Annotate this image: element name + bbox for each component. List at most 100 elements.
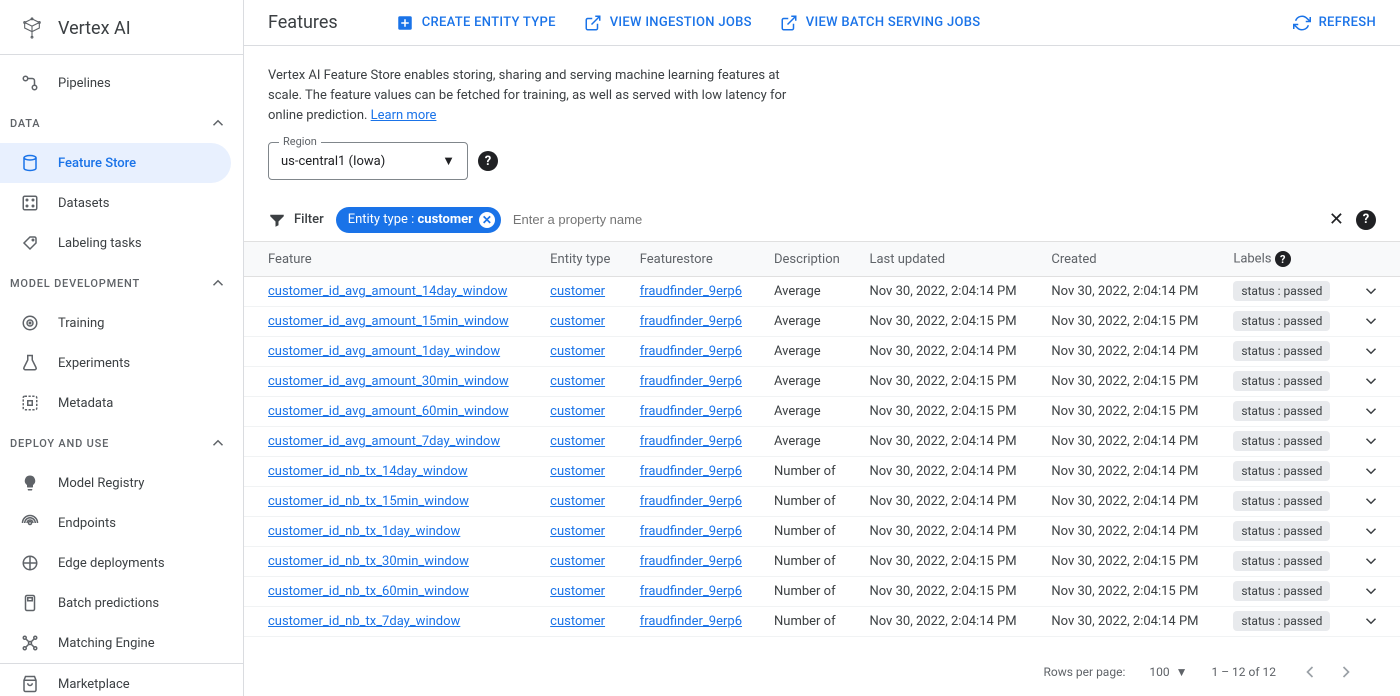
rows-per-page-label: Rows per page: <box>1044 665 1126 679</box>
expand-row-icon[interactable] <box>1350 546 1400 576</box>
featurestore-link[interactable]: fraudfinder_9erp6 <box>640 404 742 419</box>
labels-help-icon[interactable]: ? <box>1275 251 1291 267</box>
intro-text: Vertex AI Feature Store enables storing,… <box>268 66 788 126</box>
prev-page-icon[interactable] <box>1300 662 1320 682</box>
sidebar-item-matching-engine[interactable]: Matching Engine <box>0 623 231 663</box>
featurestore-link[interactable]: fraudfinder_9erp6 <box>640 584 742 599</box>
featurestore-link[interactable]: fraudfinder_9erp6 <box>640 374 742 389</box>
expand-row-icon[interactable] <box>1350 336 1400 366</box>
region-select[interactable]: Region us-central1 (Iowa) ▼ <box>268 142 468 180</box>
nav-section-data[interactable]: DATA <box>0 103 243 143</box>
feature-link[interactable]: customer_id_nb_tx_15min_window <box>268 494 469 509</box>
expand-row-icon[interactable] <box>1350 606 1400 636</box>
featurestore-link[interactable]: fraudfinder_9erp6 <box>640 524 742 539</box>
sidebar-item-pipelines[interactable]: Pipelines <box>0 63 231 103</box>
featurestore-link[interactable]: fraudfinder_9erp6 <box>640 494 742 509</box>
updated-cell: Nov 30, 2022, 2:04:14 PM <box>857 336 1039 366</box>
nav-section-deploy-and-use[interactable]: DEPLOY AND USE <box>0 423 243 463</box>
entity-link[interactable]: customer <box>550 404 605 419</box>
metadata-icon <box>20 393 40 413</box>
feature-link[interactable]: customer_id_avg_amount_30min_window <box>268 374 509 389</box>
created-cell: Nov 30, 2022, 2:04:15 PM <box>1039 306 1221 336</box>
entity-link[interactable]: customer <box>550 314 605 329</box>
next-page-icon[interactable] <box>1336 662 1356 682</box>
entity-link[interactable]: customer <box>550 464 605 479</box>
col-entity-type[interactable]: Entity type <box>538 242 628 276</box>
featurestore-link[interactable]: fraudfinder_9erp6 <box>640 344 742 359</box>
col-feature[interactable]: Feature <box>244 242 538 276</box>
sidebar-item-feature-store[interactable]: Feature Store <box>0 143 231 183</box>
clear-filter-icon[interactable]: ✕ <box>1329 209 1344 230</box>
table-row: customer_id_avg_amount_30min_window custo… <box>244 366 1400 396</box>
entity-link[interactable]: customer <box>550 524 605 539</box>
view-ingestion-jobs-button[interactable]: View ingestion jobs <box>584 14 752 32</box>
region-help-icon[interactable]: ? <box>478 151 498 171</box>
rows-per-page-select[interactable]: 100 ▼ <box>1149 665 1187 679</box>
feature-link[interactable]: customer_id_avg_amount_14day_window <box>268 284 507 299</box>
feature-link[interactable]: customer_id_nb_tx_60min_window <box>268 584 469 599</box>
chip-remove-icon[interactable]: ✕ <box>479 212 495 228</box>
filter-input[interactable] <box>513 212 1317 227</box>
filter-chip[interactable]: Entity type : customer ✕ <box>336 207 501 233</box>
entity-link[interactable]: customer <box>550 614 605 629</box>
create-entity-type-button[interactable]: Create entity type <box>396 14 556 32</box>
sidebar-item-metadata[interactable]: Metadata <box>0 383 231 423</box>
refresh-button[interactable]: Refresh <box>1293 14 1376 32</box>
sidebar-item-datasets[interactable]: Datasets <box>0 183 231 223</box>
feature-link[interactable]: customer_id_avg_amount_1day_window <box>268 344 500 359</box>
expand-row-icon[interactable] <box>1350 276 1400 306</box>
sidebar-item-training[interactable]: Training <box>0 303 231 343</box>
featurestore-link[interactable]: fraudfinder_9erp6 <box>640 434 742 449</box>
featurestore-link[interactable]: fraudfinder_9erp6 <box>640 284 742 299</box>
view-batch-serving-jobs-button[interactable]: View batch serving jobs <box>780 14 981 32</box>
sidebar-item-endpoints[interactable]: Endpoints <box>0 503 231 543</box>
entity-link[interactable]: customer <box>550 584 605 599</box>
feature-link[interactable]: customer_id_nb_tx_7day_window <box>268 614 460 629</box>
refresh-icon <box>1293 14 1311 32</box>
feature-link[interactable]: customer_id_nb_tx_14day_window <box>268 464 468 479</box>
table-row: customer_id_nb_tx_15min_window customer fr… <box>244 486 1400 516</box>
sidebar-item-marketplace[interactable]: Marketplace <box>0 664 231 696</box>
sidebar-item-model-registry[interactable]: Model Registry <box>0 463 231 503</box>
col-created[interactable]: Created <box>1039 242 1221 276</box>
featurestore-link[interactable]: fraudfinder_9erp6 <box>640 314 742 329</box>
entity-link[interactable]: customer <box>550 284 605 299</box>
expand-row-icon[interactable] <box>1350 396 1400 426</box>
entity-link[interactable]: customer <box>550 374 605 389</box>
feature-link[interactable]: customer_id_avg_amount_60min_window <box>268 404 509 419</box>
featurestore-link[interactable]: fraudfinder_9erp6 <box>640 554 742 569</box>
sidebar-item-experiments[interactable]: Experiments <box>0 343 231 383</box>
feature-link[interactable]: customer_id_nb_tx_1day_window <box>268 524 460 539</box>
created-cell: Nov 30, 2022, 2:04:15 PM <box>1039 366 1221 396</box>
col-labels[interactable]: Labels ? <box>1221 242 1350 276</box>
sidebar-item-edge-deployments[interactable]: Edge deployments <box>0 543 231 583</box>
sidebar-item-batch-predictions[interactable]: Batch predictions <box>0 583 231 623</box>
entity-link[interactable]: customer <box>550 434 605 449</box>
expand-row-icon[interactable] <box>1350 576 1400 606</box>
feature-link[interactable]: customer_id_nb_tx_30min_window <box>268 554 469 569</box>
learn-more-link[interactable]: Learn more <box>371 108 437 123</box>
filter-help-icon[interactable]: ? <box>1356 210 1376 230</box>
sidebar-item-labeling-tasks[interactable]: Labeling tasks <box>0 223 231 263</box>
col-description[interactable]: Description <box>762 242 857 276</box>
entity-link[interactable]: customer <box>550 344 605 359</box>
expand-row-icon[interactable] <box>1350 486 1400 516</box>
entity-link[interactable]: customer <box>550 554 605 569</box>
expand-row-icon[interactable] <box>1350 366 1400 396</box>
feature-link[interactable]: customer_id_avg_amount_15min_window <box>268 314 509 329</box>
entity-link[interactable]: customer <box>550 494 605 509</box>
expand-row-icon[interactable] <box>1350 306 1400 336</box>
expand-row-icon[interactable] <box>1350 426 1400 456</box>
nav-section-model-development[interactable]: MODEL DEVELOPMENT <box>0 263 243 303</box>
description-cell: Number of <box>762 606 857 636</box>
featurestore-link[interactable]: fraudfinder_9erp6 <box>640 464 742 479</box>
table-row: customer_id_avg_amount_60min_window custo… <box>244 396 1400 426</box>
expand-row-icon[interactable] <box>1350 516 1400 546</box>
expand-row-icon[interactable] <box>1350 456 1400 486</box>
chevron-up-icon <box>209 434 227 452</box>
col-featurestore[interactable]: Featurestore <box>628 242 762 276</box>
featurestore-link[interactable]: fraudfinder_9erp6 <box>640 614 742 629</box>
feature-link[interactable]: customer_id_avg_amount_7day_window <box>268 434 500 449</box>
col-last-updated[interactable]: Last updated <box>857 242 1039 276</box>
created-cell: Nov 30, 2022, 2:04:14 PM <box>1039 276 1221 306</box>
